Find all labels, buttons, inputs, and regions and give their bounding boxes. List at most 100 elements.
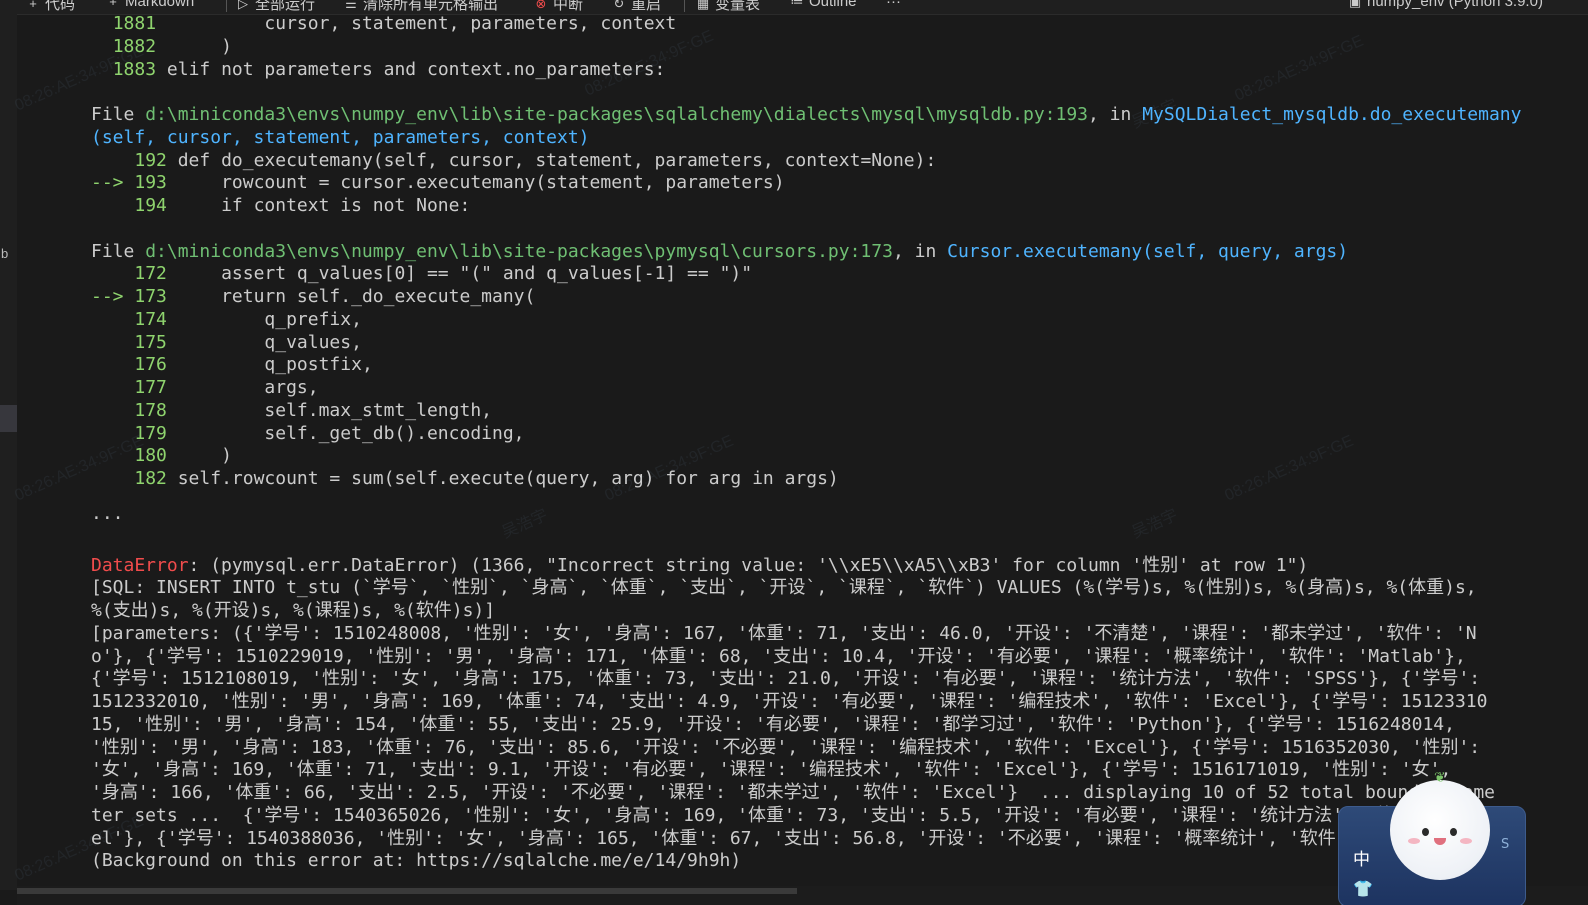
- line-number: 175: [134, 331, 167, 353]
- notebook-window: + 代码 + Markdown ▷ 全部运行 ☰ 清除所有单元格输出 ⊗ 中断 …: [0, 0, 1588, 905]
- line-number: 179: [134, 422, 167, 444]
- plus-icon: +: [109, 0, 117, 9]
- file-path-link[interactable]: d:\miniconda3\envs\numpy_env\lib\site-pa…: [145, 104, 1088, 125]
- skin-icon[interactable]: 👕: [1353, 879, 1373, 898]
- line-number: 1881: [112, 13, 157, 34]
- error-detail-line: 1512332010, '性别': '男', '身高': 169, '体重': …: [91, 691, 1488, 712]
- traceback-line: 1882 ): [91, 36, 1536, 59]
- line-number: 178: [134, 399, 167, 421]
- traceback-current-line: --> 193 rowcount = cursor.executemany(st…: [91, 172, 1536, 195]
- mascot-icon[interactable]: ❦: [1390, 770, 1490, 880]
- outline-button[interactable]: ≔ Outline: [790, 0, 857, 10]
- toolbar-divider: [226, 0, 227, 12]
- code-text: elif not parameters and context.no_param…: [166, 58, 666, 80]
- code-text: def do_executemany(self, cursor, stateme…: [177, 149, 937, 171]
- line-number: 172: [134, 263, 167, 285]
- traceback-line: 179 self._get_db().encoding,: [91, 423, 1536, 446]
- toolbar-divider: [684, 0, 685, 12]
- error-detail-line: ter sets ... {'学号': 1540365026, '性别': '女…: [91, 804, 1488, 826]
- code-text: ): [177, 445, 232, 467]
- line-number: 177: [134, 377, 167, 398]
- plus-icon: +: [29, 0, 37, 11]
- run-all-icon: ▷: [238, 0, 248, 11]
- error-detail-line: '性别': '男', '身高': 183, '体重': 76, '支出': 85…: [91, 736, 1481, 758]
- variables-icon: ▦: [696, 0, 710, 11]
- code-text: self.max_stmt_length,: [177, 399, 492, 421]
- sprout-icon: ❦: [1434, 770, 1446, 786]
- line-number: 194: [134, 195, 167, 216]
- traceback-current-line: --> 173 return self._do_execute_many(: [91, 286, 1536, 309]
- code-text: q_postfix,: [177, 354, 373, 376]
- line-number: 182: [134, 468, 167, 489]
- line-number: 173: [134, 286, 167, 307]
- traceback-line: 180 ): [91, 445, 1536, 468]
- traceback-line: 175 q_values,: [91, 332, 1536, 355]
- error-detail-line: {'学号': 1512108019, '性别': '女', '身高': 175,…: [91, 668, 1481, 690]
- mascot-eye: [1450, 828, 1457, 836]
- traceback-line: 177 args,: [91, 377, 1536, 400]
- traceback-ellipsis: ...: [91, 502, 124, 524]
- chinese-mode-label[interactable]: 中: [1353, 845, 1370, 870]
- clear-outputs-icon: ☰: [345, 0, 357, 11]
- error-message: DataError: (pymysql.err.DataError) (1366…: [91, 554, 1309, 576]
- error-background-link[interactable]: (Background on this error at: https://sq…: [91, 850, 1536, 873]
- error-detail-line: '女', '身高': 169, '体重': 71, '支出': 9.1, '开设…: [91, 759, 1452, 781]
- traceback-line: 176 q_postfix,: [91, 354, 1536, 377]
- error-detail-line: o'}, {'学号': 1510229019, '性别': '男', '身高':…: [91, 645, 1466, 667]
- restart-icon: ↻: [613, 0, 625, 11]
- line-number: 1883: [112, 58, 157, 80]
- line-number: 192: [134, 149, 167, 171]
- variables-button[interactable]: ▦ 变量表: [696, 0, 760, 14]
- gutter-selection-marker[interactable]: [0, 405, 17, 432]
- code-text: if context is not None:: [177, 195, 471, 216]
- file-path-link[interactable]: d:\miniconda3\envs\numpy_env\lib\site-pa…: [145, 241, 893, 262]
- error-name: DataError: [91, 554, 189, 576]
- code-text: ): [156, 35, 232, 57]
- s-icon[interactable]: S: [1501, 837, 1509, 852]
- run-all-button[interactable]: ▷ 全部运行: [236, 0, 315, 14]
- clear-all-outputs-button[interactable]: ☰ 清除所有单元格输出: [344, 0, 498, 14]
- kernel-icon: ▣: [1348, 0, 1362, 9]
- current-line-arrow: -->: [91, 172, 124, 194]
- ime-assistant-widget[interactable]: 中 👕 S ❦: [1338, 770, 1528, 905]
- traceback-line: 1883 elif not parameters and context.no_…: [91, 59, 1536, 82]
- line-number: 193: [134, 172, 167, 194]
- kernel-picker[interactable]: ▣ numpy_env (Python 3.9.0): [1348, 0, 1543, 10]
- mascot-cheek: [1408, 838, 1420, 844]
- restart-button[interactable]: ↻ 重启: [612, 0, 661, 14]
- traceback-line: 1881 cursor, statement, parameters, cont…: [91, 13, 1536, 36]
- line-number: 174: [134, 308, 167, 330]
- code-text: rowcount = cursor.executemany(statement,…: [177, 172, 785, 194]
- line-number: 1882: [112, 35, 157, 57]
- code-text: q_values,: [177, 331, 362, 353]
- interrupt-button[interactable]: ⊗ 中断: [534, 0, 583, 14]
- cell-output: 1881 cursor, statement, parameters, cont…: [91, 13, 1536, 873]
- function-name: MySQLDialect_mysqldb.do_executemany: [1142, 104, 1522, 125]
- more-actions-button[interactable]: ···: [886, 0, 901, 10]
- error-detail-line: [parameters: ({'学号': 1510248008, '性别': '…: [91, 622, 1477, 644]
- traceback-line: 182 self.rowcount = sum(self.execute(que…: [91, 468, 1536, 491]
- code-text: self._get_db().encoding,: [177, 422, 525, 444]
- gutter-label: b: [1, 246, 9, 261]
- traceback-file-header: File d:\miniconda3\envs\numpy_env\lib\si…: [91, 104, 1522, 125]
- add-markdown-cell-button[interactable]: + Markdown: [106, 0, 194, 10]
- code-text: assert q_values[0] == "(" and q_values[-…: [177, 263, 753, 285]
- code-text: args,: [177, 377, 319, 398]
- line-number: 180: [134, 445, 167, 467]
- interrupt-icon: ⊗: [535, 0, 547, 11]
- code-text: q_prefix,: [177, 308, 362, 330]
- outline-icon: ≔: [790, 0, 804, 9]
- traceback-file-header: File d:\miniconda3\envs\numpy_env\lib\si…: [91, 240, 1349, 262]
- error-detail-line: '身高': 166, '体重': 66, '支出': 2.5, '开设': '不…: [91, 782, 1496, 803]
- traceback-line: 174 q_prefix,: [91, 309, 1536, 332]
- error-detail-line: el'}, {'学号': 1540388036, '性别': '女', '身高'…: [91, 827, 1477, 849]
- mascot-eye: [1422, 828, 1429, 836]
- function-name: Cursor.executemany(self, query, args): [947, 240, 1349, 262]
- code-text: return self._do_execute_many(: [177, 286, 536, 307]
- error-detail-line: %(支出)s, %(开设)s, %(课程)s, %(软件)s)]: [91, 600, 496, 621]
- add-code-cell-button[interactable]: + 代码: [26, 0, 75, 14]
- traceback-line: 194 if context is not None:: [91, 195, 1536, 218]
- mascot-cheek: [1460, 838, 1472, 844]
- scrollbar-thumb[interactable]: [17, 888, 797, 894]
- error-detail-line: 15, '性别': '男', '身高': 154, '体重': 55, '支出'…: [91, 713, 1455, 735]
